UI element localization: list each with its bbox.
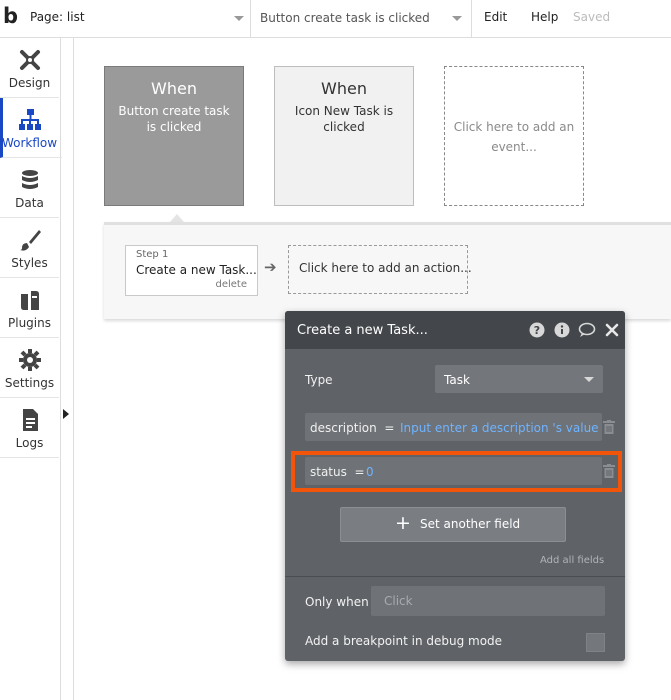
design-icon (20, 50, 40, 70)
sidebar-item-label: Settings (4, 376, 55, 390)
top-bar: b Page: list Button create task is click… (0, 0, 671, 38)
arrow-right-icon: ➔ (264, 258, 277, 276)
sidebar-item-design[interactable]: Design (0, 38, 59, 98)
only-when-label: Only when (305, 595, 369, 609)
info-icon[interactable] (554, 322, 570, 338)
add-action-label: Click here to add an action... (299, 261, 472, 275)
plugins-icon (21, 291, 39, 310)
sidebar-item-label: Logs (15, 436, 44, 450)
page-selector-label: Page: list (30, 10, 85, 24)
brush-icon (20, 230, 41, 251)
help-icon[interactable]: ? (529, 322, 545, 338)
sidebar-item-label: Design (8, 76, 51, 90)
database-icon (22, 170, 38, 189)
set-another-field-label: Set another field (420, 517, 521, 531)
workflow-selector-label: Button create task is clicked (260, 11, 430, 25)
logo-mark: b (3, 4, 19, 28)
highlight-box (291, 451, 622, 492)
set-another-field-button[interactable]: + Set another field (340, 507, 566, 542)
add-action-placeholder[interactable]: Click here to add an action... (288, 245, 472, 294)
left-sidebar: Design Workflow Data Styles Plugins Sett… (0, 38, 62, 700)
only-when-field[interactable] (371, 586, 605, 616)
only-when-input[interactable] (371, 586, 605, 616)
add-event-placeholder[interactable]: Click here to add an event... (444, 66, 584, 206)
chevron-down-icon (452, 16, 462, 21)
save-status: Saved (573, 10, 611, 24)
selected-event-pointer (170, 214, 184, 222)
event-description: Icon New Task is clicked (294, 104, 394, 134)
panel-divider (285, 576, 625, 577)
panel-title: Create a new Task... (297, 323, 428, 338)
sidebar-item-label: Workflow (1, 136, 58, 150)
sidebar-item-label: Data (15, 196, 44, 210)
sidebar-item-workflow[interactable]: Workflow (0, 98, 62, 158)
workflow-icon (19, 109, 41, 130)
event-when-label: When (321, 79, 367, 98)
sidebar-item-label: Plugins (8, 316, 51, 330)
sidebar-item-styles[interactable]: Styles (0, 218, 59, 278)
field-value-expression[interactable]: Input enter a description 's value (400, 421, 599, 435)
page-selector[interactable]: Page: list (24, 0, 251, 37)
action-property-panel: Create a new Task... ? Type Task descrip… (285, 311, 625, 661)
add-event-label: Click here to add an event... (453, 120, 575, 154)
gear-icon (19, 349, 41, 371)
type-dropdown[interactable]: Task (435, 365, 603, 393)
breakpoint-checkbox[interactable] (586, 633, 605, 652)
chevron-down-icon (584, 377, 594, 382)
field-row-description[interactable]: description = Input enter a description … (305, 413, 602, 441)
trash-icon[interactable] (603, 420, 615, 434)
step-number: Step 1 (136, 249, 169, 260)
type-dropdown-value: Task (444, 373, 470, 387)
sidebar-item-data[interactable]: Data (0, 158, 59, 218)
menu-edit[interactable]: Edit (484, 10, 507, 24)
comment-icon[interactable] (578, 322, 596, 338)
workflow-selector[interactable]: Button create task is clicked (251, 0, 472, 37)
document-icon (23, 409, 38, 431)
field-name: description = (310, 421, 395, 435)
sidebar-item-plugins[interactable]: Plugins (0, 278, 59, 338)
breakpoint-label: Add a breakpoint in debug mode (305, 634, 503, 648)
svg-text:?: ? (534, 324, 540, 337)
event-description: Button create task is clicked (118, 104, 230, 134)
plus-icon: + (395, 512, 411, 534)
menu-help[interactable]: Help (531, 10, 558, 24)
event-when-label: When (151, 79, 197, 98)
type-label: Type (305, 373, 333, 387)
chevron-down-icon (234, 16, 244, 21)
sidebar-item-settings[interactable]: Settings (0, 338, 59, 398)
panel-header: Create a new Task... ? (285, 311, 625, 349)
step-name: Create a new Task... (136, 263, 257, 277)
expand-arrow-icon[interactable] (63, 409, 69, 419)
sidebar-item-logs[interactable]: Logs (0, 398, 59, 458)
add-all-fields-link[interactable]: Add all fields (540, 555, 604, 566)
delete-step-link[interactable]: delete (215, 279, 247, 290)
close-icon[interactable] (605, 322, 619, 338)
bubble-logo[interactable]: b (0, 0, 24, 37)
event-card-selected[interactable]: When Button create task is clicked (104, 66, 244, 206)
action-step-card[interactable]: Step 1 Create a new Task... delete (125, 245, 258, 296)
event-card[interactable]: When Icon New Task is clicked (274, 66, 414, 206)
sidebar-item-label: Styles (11, 256, 48, 270)
